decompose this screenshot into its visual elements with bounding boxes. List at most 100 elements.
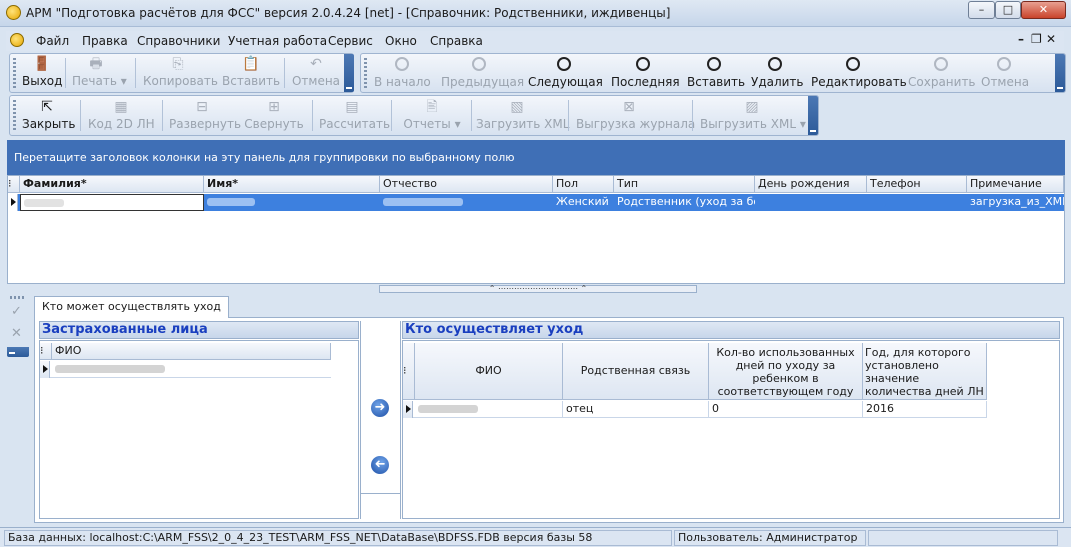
row-indicator: [8, 194, 18, 211]
cell-caregiver-fio[interactable]: [415, 401, 563, 418]
print-button[interactable]: 🖶 Печать ▾: [72, 56, 127, 88]
plus-circle-icon: [706, 57, 722, 73]
toolbar-grip[interactable]: [13, 100, 16, 131]
cell-patronymic[interactable]: [380, 194, 553, 211]
edit-button[interactable]: Редактировать: [811, 57, 907, 89]
col-phone[interactable]: Телефон: [867, 176, 967, 193]
close-window-button[interactable]: ✕: [1021, 1, 1066, 19]
col-gender[interactable]: Пол: [553, 176, 614, 193]
insert-button[interactable]: Вставить: [687, 57, 745, 89]
cell-gender[interactable]: Женский: [553, 194, 614, 211]
collapse-icon: ⊞: [268, 99, 280, 115]
exit-button[interactable]: 🚪 Выход: [22, 56, 62, 88]
toolbar-grip[interactable]: [364, 58, 367, 88]
paste-button[interactable]: 📋 Вставить: [222, 56, 280, 88]
reject-icon[interactable]: ✕: [11, 326, 22, 341]
caregiver-grid: ⁝ ФИО Родственная связь Кол-во использов…: [402, 340, 1060, 519]
menu-edit[interactable]: Правка: [82, 34, 128, 48]
calculate-button[interactable]: ▤ Рассчитать: [319, 99, 390, 131]
menu-directories[interactable]: Справочники: [137, 34, 220, 48]
menu-window[interactable]: Окно: [385, 34, 417, 48]
copy-button[interactable]: ⎘ Копировать: [143, 56, 218, 88]
first-record-button[interactable]: В начало: [374, 57, 431, 89]
toolbar-navigation: В начало Предыдущая Следующая Последняя …: [360, 53, 1066, 93]
prev-record-button[interactable]: Предыдущая: [441, 57, 524, 89]
expand-button[interactable]: ⊟ Развернуть: [169, 99, 241, 131]
col-firstname[interactable]: Имя*: [204, 176, 380, 193]
cell-phone[interactable]: [867, 194, 967, 211]
copy-icon: ⎘: [172, 56, 184, 72]
cell-type[interactable]: Родственник (уход за бол: [614, 194, 755, 211]
door-icon: 🚪: [33, 56, 51, 72]
x-circle-icon: [996, 57, 1012, 73]
column-chooser-icon[interactable]: ⁝: [403, 343, 415, 400]
col-year[interactable]: Год, для которого установлено значение к…: [863, 343, 987, 400]
transfer-column: [360, 321, 401, 519]
column-chooser-icon[interactable]: ⁝: [40, 343, 52, 360]
col-type[interactable]: Тип: [614, 176, 755, 193]
toolbar-clipboard: 🚪 Выход 🖶 Печать ▾ ⎘ Копировать 📋 Вставить ↶…: [9, 53, 354, 93]
arrow-left-icon[interactable]: ➜: [371, 456, 389, 474]
table-row[interactable]: отец 0 2016: [403, 401, 987, 418]
save-button[interactable]: Сохранить: [908, 57, 976, 89]
col-birthday[interactable]: День рождения: [755, 176, 867, 193]
load-xml-button[interactable]: ▧ Загрузить XML: [476, 99, 569, 131]
close-button[interactable]: ⇱ Закрыть: [22, 99, 75, 131]
collapse-button[interactable]: ⊞ Свернуть: [244, 99, 304, 131]
column-chooser-icon[interactable]: ⁝: [8, 176, 20, 193]
cancel-button[interactable]: ↶ Отмена: [290, 56, 342, 88]
group-by-hint: Перетащите заголовок колонки на эту пане…: [14, 151, 515, 164]
mdi-close-button[interactable]: ✕: [1046, 32, 1056, 46]
cell-insured-fio[interactable]: [52, 361, 331, 378]
col-days-used[interactable]: Кол-во использованных дней по уходу за р…: [709, 343, 863, 400]
cell-note[interactable]: загрузка_из_XML~: [967, 194, 1064, 211]
toolbar-overflow-button[interactable]: [344, 54, 354, 92]
cell-firstname[interactable]: [204, 194, 380, 211]
side-overflow-button[interactable]: [7, 347, 29, 357]
next-record-button[interactable]: Следующая: [528, 57, 603, 89]
status-bar: База данных: localhost:C:\ARM_FSS\2_0_4_…: [0, 527, 1071, 547]
group-by-panel[interactable]: Перетащите заголовок колонки на эту пане…: [7, 140, 1065, 175]
delete-button[interactable]: Удалить: [751, 57, 804, 89]
menu-service[interactable]: Сервис: [328, 34, 373, 48]
col-insured-fio[interactable]: ФИО: [52, 343, 331, 360]
redacted-text: [207, 198, 255, 206]
table-row[interactable]: Женский Родственник (уход за бол загрузк…: [8, 194, 1064, 211]
table-row[interactable]: [40, 361, 331, 378]
toolbar-grip[interactable]: [13, 58, 16, 88]
abort-button[interactable]: Отмена: [981, 57, 1029, 89]
toolbar-overflow-button[interactable]: [1055, 54, 1065, 92]
col-caregiver-fio[interactable]: ФИО: [415, 343, 563, 400]
menu-file[interactable]: Файл: [36, 34, 69, 48]
mdi-minimize-button[interactable]: –: [1018, 32, 1024, 46]
cell-birthday[interactable]: [755, 194, 867, 211]
export-journal-button[interactable]: ⊠ Выгрузка журнала: [576, 99, 695, 131]
mdi-app-icon[interactable]: [10, 33, 24, 47]
col-note[interactable]: Примечание: [967, 176, 1064, 193]
splitter-handle[interactable]: ⌃ ⋯⋯⋯⋯⋯⋯⋯⋯⋯⋯ ⌃: [379, 285, 697, 293]
export-xml-button[interactable]: ▨ Выгрузить XML ▾: [700, 99, 806, 131]
cell-relation[interactable]: отец: [563, 401, 709, 418]
col-relation[interactable]: Родственная связь: [563, 343, 709, 400]
menu-bar: Файл Правка Справочники Учетная работа С…: [6, 31, 1064, 51]
code2d-button[interactable]: ▦ Код 2D ЛН: [88, 99, 155, 131]
maximize-button[interactable]: □: [995, 1, 1021, 19]
menu-accounting[interactable]: Учетная работа: [228, 34, 327, 48]
cell-days-used[interactable]: 0: [709, 401, 863, 418]
minus-circle-icon: [767, 57, 783, 73]
last-record-button[interactable]: Последняя: [611, 57, 680, 89]
col-lastname[interactable]: Фамилия*: [20, 176, 204, 193]
redacted-text: [24, 199, 64, 207]
menu-help[interactable]: Справка: [430, 34, 483, 48]
minimize-button[interactable]: –: [968, 1, 995, 19]
cell-year[interactable]: 2016: [863, 401, 987, 418]
confirm-icon[interactable]: ✓: [11, 304, 22, 319]
arrow-right-icon[interactable]: ➜: [371, 399, 389, 417]
col-patronymic[interactable]: Отчество: [380, 176, 553, 193]
toolbar-overflow-button[interactable]: [808, 96, 818, 135]
cell-lastname[interactable]: [20, 194, 204, 211]
tab-caregivers[interactable]: Кто может осуществлять уход: [34, 296, 229, 318]
reports-icon: 🖹: [426, 99, 438, 115]
reports-button[interactable]: 🖹 Отчеты ▾: [400, 99, 464, 131]
mdi-restore-button[interactable]: ❐: [1031, 32, 1042, 46]
